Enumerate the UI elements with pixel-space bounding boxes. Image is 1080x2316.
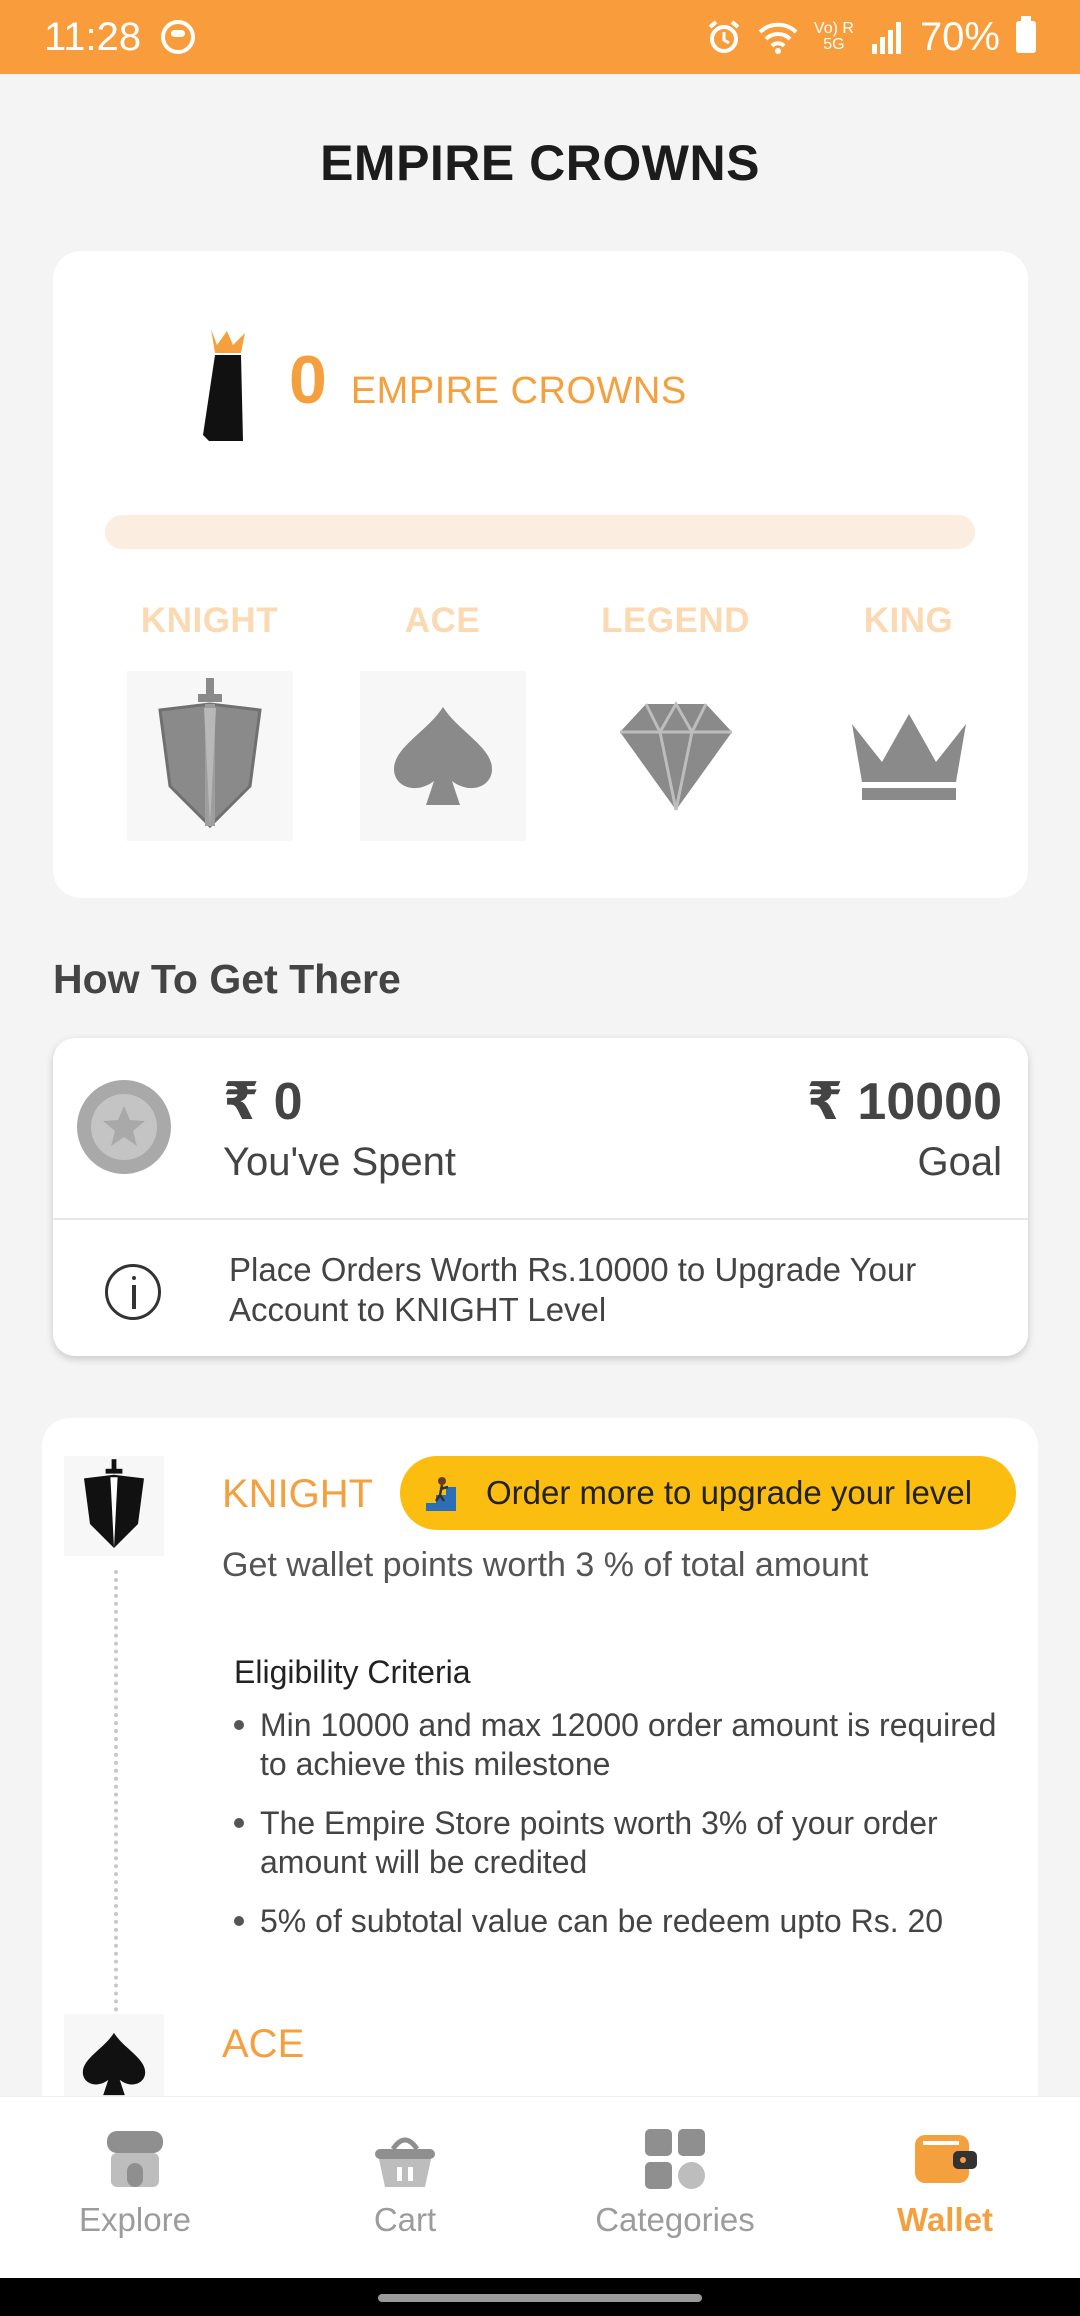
nav-label: Categories: [595, 2201, 755, 2238]
network-label: 5G: [823, 36, 845, 53]
level-name: KING: [863, 601, 954, 640]
level-title-knight: KNIGHT: [222, 1472, 374, 1516]
level-icon-box: [593, 671, 759, 841]
crown-icon: [851, 714, 966, 800]
nav-label: Wallet: [897, 2201, 993, 2238]
gesture-bar: [0, 2278, 1080, 2316]
level-list: KNIGHT ACE LEGEND KING: [53, 601, 1028, 841]
knight-shield-icon: [157, 678, 262, 829]
nav-wallet[interactable]: Wallet: [810, 2097, 1080, 2278]
climbing-stairs-icon: [426, 1477, 456, 1511]
level-name: LEGEND: [601, 601, 750, 640]
crowns-progress-bar: [105, 515, 975, 549]
spade-icon: [393, 707, 492, 805]
spent-label: You've Spent: [223, 1140, 457, 1184]
level-knight[interactable]: KNIGHT: [93, 601, 326, 841]
goal-amount: ₹ 10000: [806, 1073, 1002, 1131]
battery-percent: 70%: [919, 14, 1000, 59]
eligibility-item: 5% of subtotal value can be redeem upto …: [232, 1902, 1012, 1941]
basket-icon: [375, 2137, 435, 2187]
alarm-icon: [708, 20, 740, 53]
eligibility-item: The Empire Store points worth 3% of your…: [232, 1804, 1012, 1882]
level-icon-box: [826, 671, 992, 841]
spending-goal-card: ₹ 0 You've Spent ₹ 10000 Goal Place Orde…: [53, 1038, 1028, 1356]
level-icon-box: [126, 671, 293, 841]
coin-icon: [77, 1080, 171, 1174]
knight-shield-icon: [84, 1459, 144, 1548]
upgrade-level-badge: Order more to upgrade your level: [400, 1456, 1016, 1530]
level-details-card: KNIGHT Order more to upgrade your level …: [42, 1418, 1038, 2316]
home-gesture-handle[interactable]: [378, 2294, 702, 2302]
level-ace[interactable]: ACE: [326, 601, 559, 841]
eligibility-item: Min 10000 and max 12000 order amount is …: [232, 1706, 1012, 1784]
status-icons: Vo) R 5G 70%: [706, 15, 1036, 60]
level-legend[interactable]: LEGEND: [559, 601, 792, 841]
grid-icon: [645, 2129, 705, 2189]
battery-icon: [1016, 16, 1036, 53]
spent-amount: ₹ 0: [223, 1073, 303, 1131]
status-time: 11:28: [44, 14, 142, 59]
signal-icon: [871, 22, 901, 54]
nav-cart[interactable]: Cart: [270, 2097, 540, 2278]
level-name: ACE: [404, 601, 481, 640]
page-title: EMPIRE CROWNS: [320, 135, 760, 191]
wifi-icon: [758, 22, 798, 54]
nav-explore[interactable]: Explore: [0, 2097, 270, 2278]
section-title-how-to: How To Get There: [53, 956, 401, 1002]
bottom-navigation: Explore Cart Categories Wallet: [0, 2096, 1080, 2278]
crowns-count: 0 EMPIRE CROWNS: [289, 341, 687, 419]
eligibility-title: Eligibility Criteria: [234, 1654, 471, 1690]
status-bar: 11:28 Vo) R 5G 70%: [0, 0, 1080, 74]
divider: [53, 1218, 1028, 1220]
info-icon: [105, 1264, 161, 1320]
level-name: KNIGHT: [140, 601, 279, 640]
crowns-card: 0 EMPIRE CROWNS KNIGHT ACE LEGEND KING: [53, 251, 1028, 898]
nav-label: Cart: [373, 2201, 437, 2238]
level-icon-box: [359, 671, 526, 841]
volte-5g-icon: Vo) R 5G: [814, 21, 854, 53]
level-title-ace: ACE: [222, 2022, 305, 2066]
eligibility-list: Min 10000 and max 12000 order amount is …: [232, 1706, 1012, 1961]
goal-label: Goal: [917, 1140, 1003, 1184]
upgrade-badge-text: Order more to upgrade your level: [486, 1474, 973, 1511]
level-king[interactable]: KING: [792, 601, 1025, 841]
upgrade-info-text: Place Orders Worth Rs.10000 to Upgrade Y…: [229, 1251, 917, 1328]
store-icon: [107, 2131, 163, 2187]
crown-figure-icon: [203, 329, 245, 441]
crowns-count-label: EMPIRE CROWNS: [350, 370, 687, 412]
app-notification-icon: [161, 20, 196, 54]
spade-icon: [82, 2032, 146, 2096]
nav-label: Explore: [79, 2201, 191, 2238]
knight-thumb: [64, 1456, 164, 1556]
nav-categories[interactable]: Categories: [540, 2097, 810, 2278]
diamond-icon: [619, 700, 732, 811]
volte-label: Vo) R: [813, 20, 854, 37]
wallet-icon: [915, 2135, 977, 2183]
level-description: Get wallet points worth 3 % of total amo…: [222, 1546, 869, 1584]
crowns-count-value: 0: [289, 342, 327, 418]
